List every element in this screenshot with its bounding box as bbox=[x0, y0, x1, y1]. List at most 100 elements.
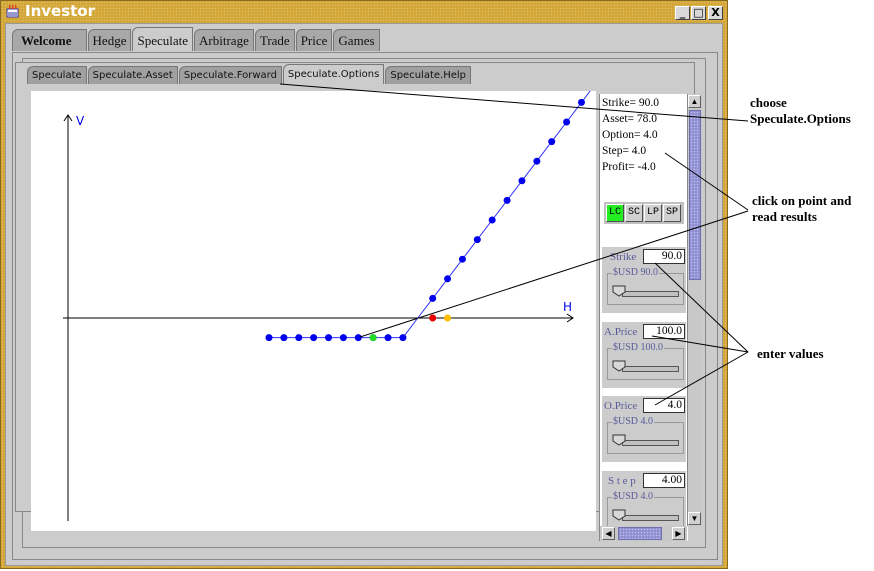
annotation-choose-line2: Speculate.Options bbox=[750, 111, 851, 126]
maximize-button[interactable]: □ bbox=[691, 6, 706, 20]
strike-slider-thumb[interactable] bbox=[612, 285, 626, 297]
main-tab-bar: Welcome Hedge Speculate Arbitrage Trade … bbox=[12, 27, 381, 51]
asset-price-slider-track[interactable] bbox=[622, 366, 679, 372]
strike-slider-label: $USD 90.0 bbox=[612, 267, 660, 278]
subtab-speculate-asset[interactable]: Speculate.Asset bbox=[87, 66, 178, 84]
short-call-button[interactable]: SC bbox=[625, 204, 643, 222]
payoff-chart-canvas[interactable]: V H bbox=[31, 91, 596, 531]
payoff-point[interactable] bbox=[339, 334, 347, 342]
payoff-point[interactable] bbox=[548, 138, 556, 146]
minimize-button[interactable]: _ bbox=[675, 6, 690, 20]
tab-welcome[interactable]: Welcome bbox=[12, 29, 87, 51]
payoff-point[interactable] bbox=[325, 334, 333, 342]
window-title: Investor bbox=[25, 2, 96, 20]
long-put-button[interactable]: LP bbox=[644, 204, 662, 222]
payoff-point[interactable] bbox=[533, 157, 541, 165]
option-price-input[interactable]: 4.0 bbox=[643, 398, 685, 413]
strike-group: Strike 90.0 $USD 90.0 bbox=[602, 247, 686, 313]
payoff-point[interactable] bbox=[354, 334, 362, 342]
strike-input[interactable]: 90.0 bbox=[643, 249, 685, 264]
scroll-up-arrow-icon[interactable]: ▲ bbox=[688, 95, 701, 108]
strike-label: Strike bbox=[610, 251, 637, 263]
payoff-point[interactable] bbox=[473, 236, 481, 244]
option-price-slider-track[interactable] bbox=[622, 440, 679, 446]
asset-price-slider-thumb[interactable] bbox=[612, 360, 626, 372]
step-slider-thumb[interactable] bbox=[612, 509, 626, 521]
scroll-down-arrow-icon[interactable]: ▼ bbox=[688, 512, 701, 525]
subtab-speculate-options[interactable]: Speculate.Options bbox=[282, 64, 385, 84]
long-call-button[interactable]: LC bbox=[606, 204, 624, 222]
step-label: S t e p bbox=[608, 475, 636, 487]
option-price-slider-label: $USD 4.0 bbox=[612, 416, 655, 427]
x-axis-label: H bbox=[563, 300, 572, 314]
tab-price[interactable]: Price bbox=[295, 29, 333, 51]
subtab-speculate-help[interactable]: Speculate.Help bbox=[385, 66, 471, 84]
payoff-point[interactable] bbox=[444, 275, 452, 283]
payoff-point[interactable] bbox=[295, 334, 303, 342]
step-slider-box: $USD 4.0 bbox=[607, 491, 684, 529]
strike-point[interactable] bbox=[429, 314, 437, 322]
scroll-right-arrow-icon[interactable]: ▶ bbox=[672, 527, 685, 540]
annotation-enter-values: enter values bbox=[757, 346, 824, 361]
payoff-point[interactable] bbox=[458, 255, 466, 263]
horizontal-scroll-thumb[interactable] bbox=[618, 527, 662, 540]
payoff-point[interactable] bbox=[280, 334, 288, 342]
payoff-point[interactable] bbox=[265, 334, 273, 342]
step-readout: Step= 4.0 bbox=[602, 145, 647, 157]
payoff-point[interactable] bbox=[488, 216, 496, 224]
payoff-point[interactable] bbox=[384, 334, 392, 342]
step-slider-track[interactable] bbox=[622, 515, 679, 521]
strike-slider-track[interactable] bbox=[622, 291, 679, 297]
step-slider-label: $USD 4.0 bbox=[612, 491, 655, 502]
sub-tab-bar: Speculate Speculate.Asset Speculate.Forw… bbox=[27, 64, 472, 84]
tab-trade[interactable]: Trade bbox=[254, 29, 295, 51]
payoff-point[interactable] bbox=[577, 98, 585, 106]
java-cup-icon bbox=[6, 4, 19, 18]
subtab-speculate[interactable]: Speculate bbox=[27, 66, 87, 84]
payoff-point[interactable] bbox=[563, 118, 571, 126]
payoff-point[interactable] bbox=[310, 334, 318, 342]
y-axis-label: V bbox=[76, 114, 85, 128]
asset-price-input[interactable]: 100.0 bbox=[643, 324, 685, 339]
option-price-slider-thumb[interactable] bbox=[612, 434, 626, 446]
annotation-click: click on point and read results bbox=[752, 193, 851, 225]
option-readout: Option= 4.0 bbox=[602, 129, 658, 141]
tab-games[interactable]: Games bbox=[333, 29, 380, 51]
tab-speculate[interactable]: Speculate bbox=[132, 27, 194, 51]
asset-price-slider-label: $USD 100.0 bbox=[612, 342, 665, 353]
position-button-group: LC SC LP SP bbox=[604, 202, 684, 224]
asset-price-group: A.Price 100.0 $USD 100.0 bbox=[602, 322, 686, 388]
controls-side-panel: Strike= 90.0 Asset= 78.0 Option= 4.0 Ste… bbox=[599, 94, 688, 541]
payoff-point[interactable] bbox=[503, 196, 511, 204]
scroll-left-arrow-icon[interactable]: ◀ bbox=[602, 527, 615, 540]
payoff-point[interactable] bbox=[399, 334, 407, 342]
option-price-slider-box: $USD 4.0 bbox=[607, 416, 684, 454]
payoff-point[interactable] bbox=[429, 294, 437, 302]
subtab-speculate-forward[interactable]: Speculate.Forward bbox=[178, 66, 282, 84]
close-button[interactable]: X bbox=[708, 6, 723, 20]
annotation-choose-line1: choose bbox=[750, 95, 787, 110]
payoff-chart[interactable]: V H bbox=[31, 91, 596, 531]
option-price-group: O.Price 4.0 $USD 4.0 bbox=[602, 396, 686, 462]
tab-arbitrage[interactable]: Arbitrage bbox=[194, 29, 254, 51]
app-window: Investor _ □ X Welcome Hedge Speculate A… bbox=[0, 0, 728, 569]
annotation-click-line2: read results bbox=[752, 209, 817, 224]
option-price-label: O.Price bbox=[604, 400, 638, 412]
horizontal-scrollbar[interactable]: ◀ ▶ bbox=[600, 526, 687, 541]
annotation-click-line1: click on point and bbox=[752, 193, 852, 208]
vertical-scrollbar[interactable]: ▲ ▼ bbox=[687, 94, 702, 526]
asset-readout: Asset= 78.0 bbox=[602, 113, 658, 125]
asset-price-slider-box: $USD 100.0 bbox=[607, 342, 684, 380]
annotation-choose: choose Speculate.Options bbox=[750, 95, 851, 127]
strike-slider-box: $USD 90.0 bbox=[607, 267, 684, 305]
tab-hedge[interactable]: Hedge bbox=[87, 29, 132, 51]
short-put-button[interactable]: SP bbox=[663, 204, 681, 222]
payoff-point[interactable] bbox=[518, 177, 526, 185]
breakeven-point[interactable] bbox=[444, 314, 452, 322]
selected-point[interactable] bbox=[369, 334, 377, 342]
title-bar[interactable]: Investor _ □ X bbox=[3, 2, 725, 21]
vertical-scroll-thumb[interactable] bbox=[689, 110, 701, 280]
profit-readout: Profit= -4.0 bbox=[602, 161, 656, 173]
strike-readout: Strike= 90.0 bbox=[602, 97, 659, 109]
step-input[interactable]: 4.00 bbox=[643, 473, 685, 488]
